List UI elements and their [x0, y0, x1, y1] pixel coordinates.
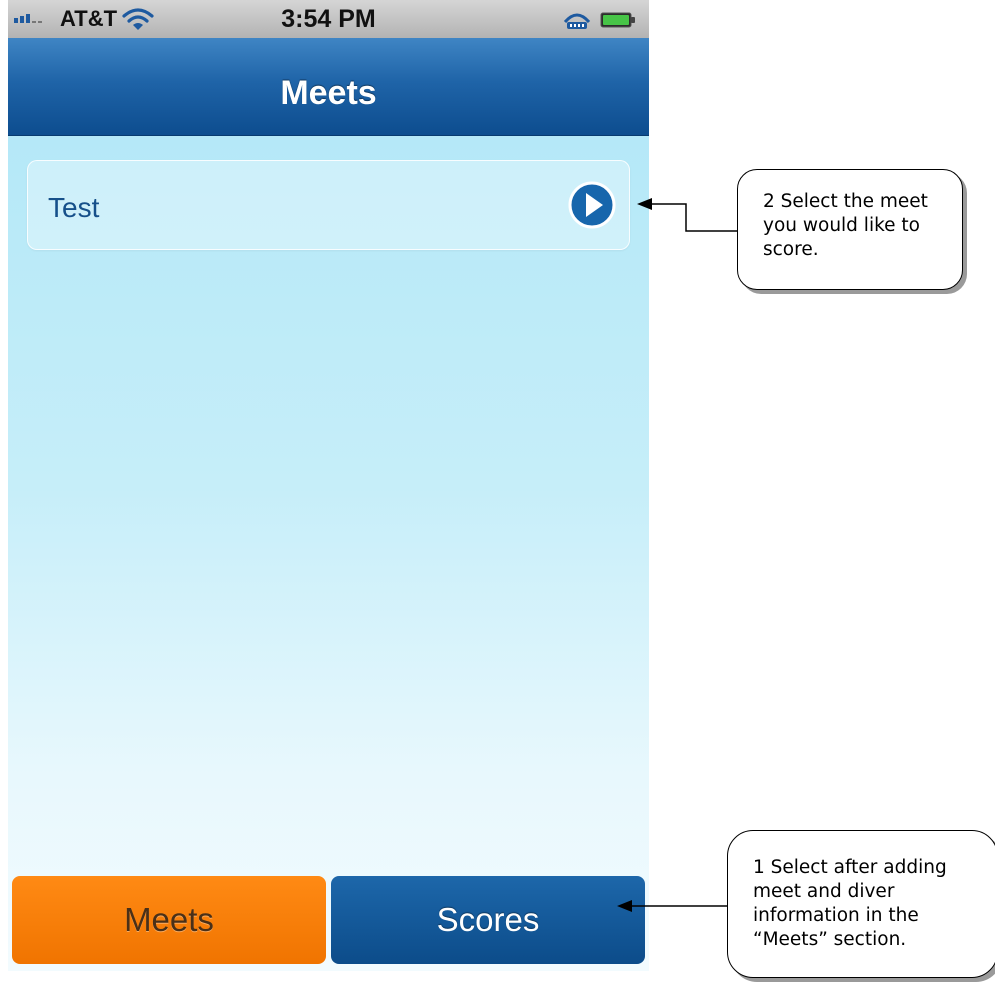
sync-icon: [563, 13, 591, 29]
status-bar: AT&T 3:54 PM: [8, 0, 649, 38]
disclosure-arrow-icon[interactable]: [568, 181, 616, 229]
page-title: Meets: [280, 74, 377, 112]
navigation-bar: Meets: [8, 38, 649, 136]
status-time: 3:54 PM: [281, 5, 376, 33]
meet-list-item[interactable]: Test: [27, 160, 630, 250]
tab-meets[interactable]: Meets: [12, 876, 326, 964]
tab-bar: Meets Scores: [8, 876, 649, 966]
meet-name: Test: [48, 192, 100, 223]
phone-screen: AT&T 3:54 PM Meets Test Meets Scores: [8, 0, 649, 971]
tab-scores[interactable]: Scores: [331, 876, 645, 964]
battery-icon: [600, 12, 635, 28]
callout-select-scores: 1 Select after adding meet and diver inf…: [727, 830, 995, 978]
callout-select-meet: 2 Select the meet you would like to scor…: [737, 169, 963, 290]
